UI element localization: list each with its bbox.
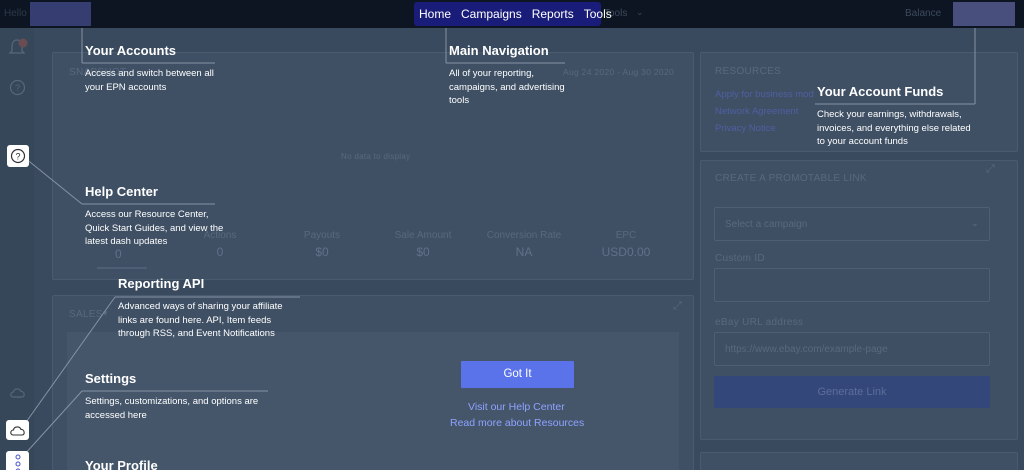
account-name-redacted[interactable] [30, 2, 91, 26]
nav-reports[interactable]: Reports [527, 7, 579, 21]
help-center-link[interactable]: Visit our Help Center [468, 401, 565, 413]
generate-link-button[interactable]: Generate Link [714, 376, 990, 408]
cloud-icon[interactable] [9, 386, 27, 398]
custom-id-label: Custom ID [715, 253, 765, 264]
cloud-icon [9, 426, 25, 436]
tip-reporting-api: Reporting API Advanced ways of sharing y… [118, 276, 303, 341]
tip-your-profile: Your Profile [85, 458, 225, 470]
expand-icon[interactable]: ⤢ [986, 163, 995, 176]
main-navigation: Home Campaigns Reports Tools [414, 2, 612, 26]
tip-description: Advanced ways of sharing your affiliate … [118, 301, 283, 339]
tip-title: Main Navigation [449, 43, 549, 58]
resources-title: RESOURCES [715, 66, 782, 77]
nav-home[interactable]: Home [414, 7, 456, 21]
tip-help-center: Help Center Access our Resource Center, … [85, 184, 235, 249]
tip-title: Your Profile [85, 458, 158, 470]
sliders-icon [15, 454, 20, 470]
stat-payouts: Payouts $0 [303, 230, 341, 259]
help-circle-icon[interactable]: ? [9, 79, 26, 96]
help-center-button[interactable]: ? [7, 145, 29, 167]
stat-conversion-rate: Conversion Rate NA [486, 230, 562, 259]
tip-title: Your Account Funds [817, 84, 944, 99]
balance-value-redacted[interactable] [953, 2, 1015, 26]
greeting-text: Hello [4, 8, 27, 19]
bottom-right-card [700, 452, 1018, 470]
tip-your-accounts: Your Accounts Access and switch between … [85, 43, 225, 94]
balance-label: Balance [905, 8, 942, 19]
snapshot-empty-text: No data to display [341, 152, 411, 161]
settings-button[interactable] [6, 451, 29, 470]
campaign-select[interactable]: Select a campaign ⌄ [714, 207, 990, 241]
svg-text:?: ? [15, 83, 20, 93]
chevron-down-icon: ⌄ [970, 218, 979, 229]
stat-sale-amount: Sale Amount $0 [394, 230, 452, 259]
custom-id-input[interactable] [714, 268, 990, 302]
url-label: eBay URL address [715, 317, 804, 328]
tip-title: Settings [85, 371, 137, 386]
stat-epc: EPC USD0.00 [601, 230, 651, 259]
tip-description: Settings, customizations, and options ar… [85, 396, 259, 421]
reporting-api-button[interactable] [6, 420, 29, 440]
snapshot-stat-underline [97, 267, 147, 269]
promo-title: CREATE A PROMOTABLE LINK [715, 173, 867, 184]
tip-title: Reporting API [118, 276, 205, 291]
svg-text:?: ? [15, 152, 20, 162]
tip-description: Access our Resource Center, Quick Start … [85, 209, 224, 247]
tip-settings: Settings Settings, customizations, and o… [85, 371, 270, 422]
tip-title: Your Accounts [85, 43, 177, 58]
bell-icon[interactable] [8, 37, 28, 59]
resource-link-business[interactable]: Apply for business mod [715, 89, 814, 100]
tip-description: All of your reporting, campaigns, and ad… [449, 68, 565, 106]
snapshot-first-value: 0 [115, 247, 122, 261]
tip-title: Help Center [85, 184, 158, 199]
tip-main-navigation: Main Navigation All of your reporting, c… [449, 43, 579, 108]
nav-campaigns[interactable]: Campaigns [456, 7, 527, 21]
chevron-down-icon: ⌄ [636, 7, 644, 17]
url-input[interactable]: https://www.ebay.com/example-page [714, 332, 990, 366]
chevron-down-icon[interactable]: ▾ [103, 308, 108, 319]
tip-description: Check your earnings, withdrawals, invoic… [817, 109, 971, 147]
sales-title: SALES [69, 309, 103, 320]
snapshot-date-range[interactable]: Aug 24 2020 - Aug 30 2020 [563, 67, 674, 77]
question-icon: ? [10, 148, 26, 164]
nav-tools[interactable]: Tools [579, 7, 617, 21]
tip-description: Access and switch between all your EPN a… [85, 68, 214, 93]
expand-icon[interactable]: ⤢ [673, 300, 682, 313]
resource-link-agreement[interactable]: Network Agreement [715, 106, 798, 117]
got-it-button[interactable]: Got It [461, 361, 574, 388]
resource-link-privacy[interactable]: Privacy Notice [715, 123, 776, 134]
tip-account-funds: Your Account Funds Check your earnings, … [817, 84, 977, 149]
resources-link[interactable]: Read more about Resources [450, 417, 584, 429]
